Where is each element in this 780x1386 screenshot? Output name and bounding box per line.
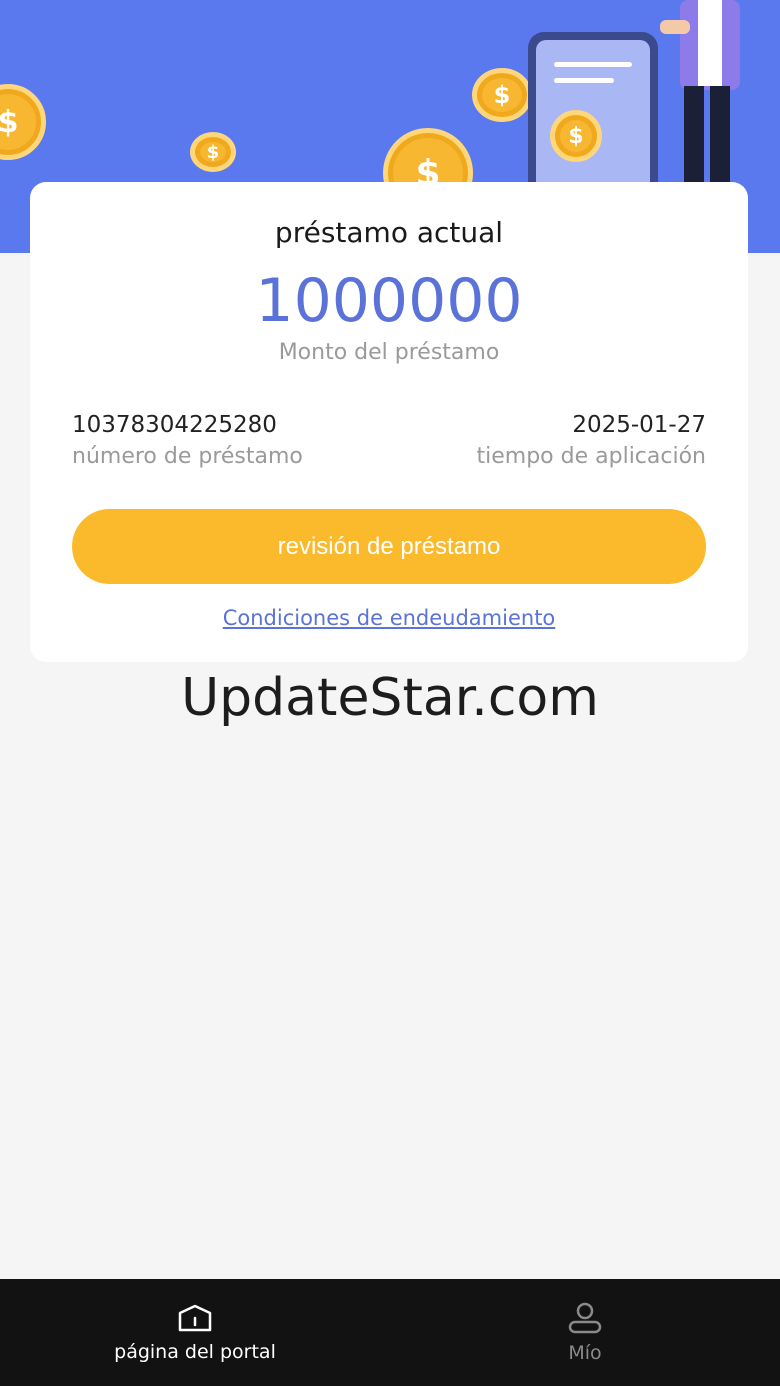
bottom-navigation: página del portal Mío — [0, 1279, 780, 1386]
coin-icon: $ — [472, 68, 532, 122]
loan-amount: 1000000 — [255, 266, 523, 336]
watermark: UpdateStar.com — [181, 668, 599, 728]
home-icon — [178, 1304, 212, 1331]
loan-review-button[interactable]: revisión de préstamo — [72, 509, 706, 584]
coin-icon: $ — [550, 110, 602, 162]
current-loan-card: préstamo actual 1000000 Monto del présta… — [30, 182, 748, 662]
loan-amount-label: Monto del préstamo — [278, 340, 500, 365]
application-date-label: tiempo de aplicación — [476, 444, 706, 469]
application-date-value: 2025-01-27 — [572, 412, 706, 438]
application-date-block: 2025-01-27 tiempo de aplicación — [477, 412, 706, 469]
nav-item-profile[interactable]: Mío — [390, 1279, 780, 1386]
nav-label-home: página del portal — [114, 1340, 276, 1363]
nav-label-profile: Mío — [568, 1341, 602, 1364]
loan-number-label: número de préstamo — [72, 444, 303, 469]
user-icon — [568, 1302, 602, 1333]
person-illustration — [660, 0, 740, 200]
terms-link[interactable]: Condiciones de endeudamiento — [30, 606, 748, 630]
card-title: préstamo actual — [274, 216, 504, 249]
nav-item-home[interactable]: página del portal — [0, 1279, 390, 1386]
coin-icon: $ — [0, 84, 46, 160]
coin-icon: $ — [190, 132, 236, 172]
loan-number-block: 10378304225280 número de préstamo — [72, 412, 303, 469]
loan-number-value: 10378304225280 — [72, 412, 277, 438]
